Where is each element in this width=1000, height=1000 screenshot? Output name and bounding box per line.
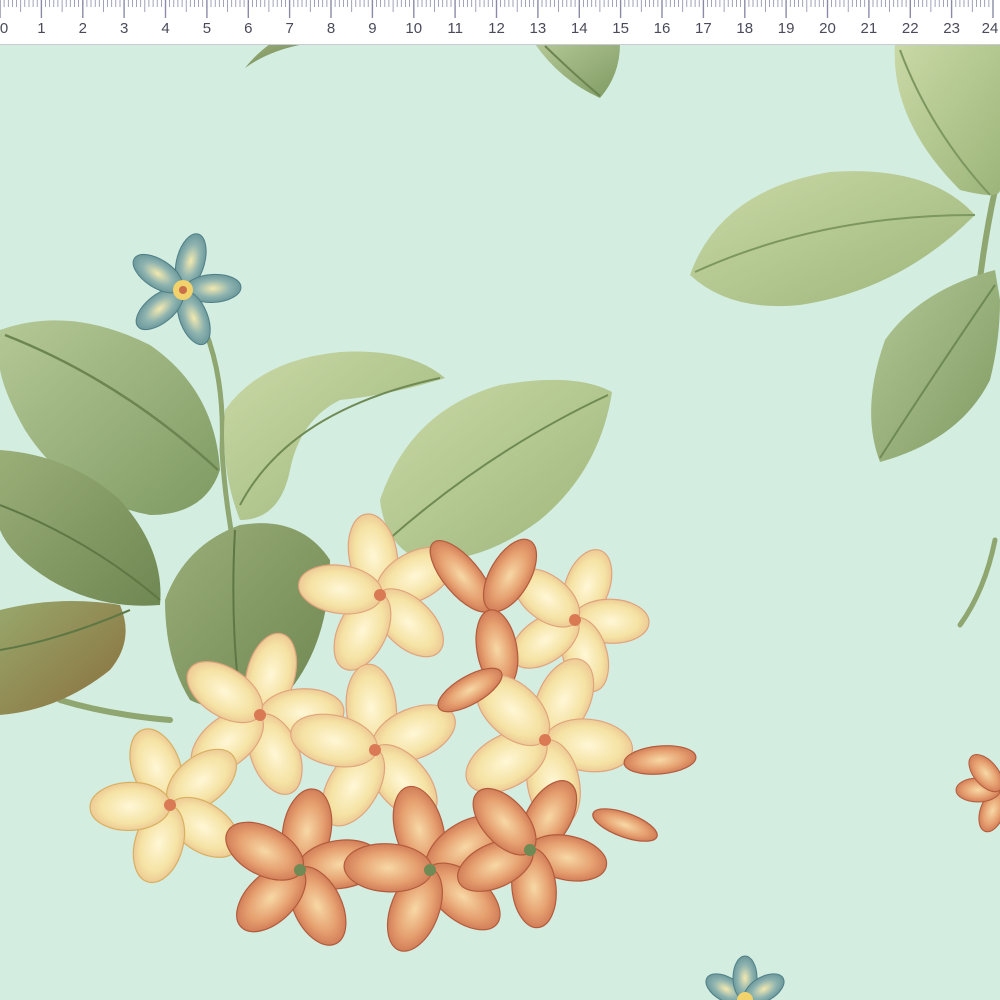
ruler-number: 16 [653,20,671,37]
leaf-right-lower [871,270,1000,462]
flower-right-edge [955,754,1000,833]
ruler-number: 3 [119,20,129,37]
leaf-center-large [380,379,612,561]
ruler-number: 18 [736,20,754,37]
ruler-number: 7 [285,20,294,37]
leaf-top-center [535,44,620,98]
ruler-number: 21 [860,20,878,37]
ruler-number: 15 [612,20,629,37]
ruler-number: 24 [981,20,999,37]
ruler-number: 20 [819,20,836,37]
ruler-number: 6 [244,20,253,37]
leaf-top-left [245,44,305,68]
ruler-number: 12 [488,20,505,37]
ruler-number: 8 [326,20,336,37]
ruler-number: 14 [570,20,588,37]
ruler-number: 0 [0,20,9,37]
ruler-number: 2 [78,20,87,37]
ruler-number: 5 [202,20,212,37]
ruler-number: 4 [161,20,170,37]
small-blue-flower [132,233,242,346]
ruler-number: 1 [37,20,46,37]
frangipani-bouquet [89,513,697,952]
ruler-number: 13 [529,20,547,37]
fabric-print-swatch: 0 1 2 3 4 5 6 7 8 9 10 11 12 13 14 15 16 17 18 19 20 21 22 23 24 [0,0,1000,1000]
leaf-right-middle [690,171,976,307]
ruler-number: 22 [901,20,919,37]
leaf-right-upper [894,44,1000,196]
ruler-number: 11 [447,20,463,37]
ruler-number: 9 [368,20,377,37]
small-blue-flower-bottom [705,955,785,1000]
ruler-number: 19 [777,20,795,37]
leaf-left-lower [0,601,131,715]
measuring-ruler: 0 1 2 3 4 5 6 7 8 9 10 11 12 13 14 15 16 17 18 19 20 21 22 23 24 [0,0,1000,45]
ruler-number: 10 [405,20,423,37]
floral-pattern [0,44,1000,1000]
ruler-number: 17 [695,20,712,37]
ruler-number: 23 [943,20,960,37]
